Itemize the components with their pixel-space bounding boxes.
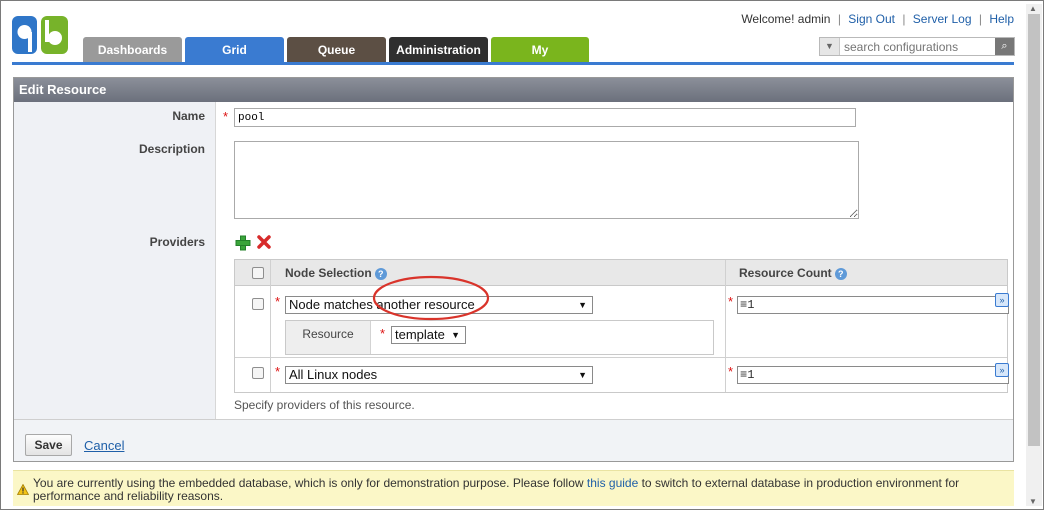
name-label: Name [172,109,205,123]
notice-text: You are currently using the embedded dat… [33,476,960,503]
scroll-thumb[interactable] [1028,14,1040,446]
resource-count-input[interactable]: ≡1 [737,366,1009,384]
tab-queue[interactable]: Queue [287,37,386,62]
server-log-link[interactable]: Server Log [913,12,972,26]
tab-administration[interactable]: Administration [389,37,488,62]
resource-count-input[interactable]: ≡1 [737,296,1009,314]
chevron-down-icon: ▼ [578,370,587,380]
guide-link[interactable]: this guide [587,476,638,490]
required-marker: * [728,364,734,379]
panel-footer: Save Cancel [14,419,1013,461]
providers-hint: Specify providers of this resource. [234,398,415,412]
required-marker: * [275,364,281,379]
row-checkbox[interactable] [252,298,264,310]
select-all-checkbox[interactable] [252,267,264,279]
required-marker: * [380,326,386,341]
required-marker: * [223,109,229,124]
required-marker: * [728,294,734,309]
chevron-down-icon: ▼ [451,330,460,340]
database-notice: You are currently using the embedded dat… [13,470,1014,506]
expression-editor-icon[interactable]: » [995,293,1009,307]
chevron-down-icon: ▼ [578,300,587,310]
search-icon[interactable]: ⌕ [995,38,1014,55]
resource-label: Resource [286,321,371,354]
description-input[interactable] [234,141,859,219]
search-input[interactable] [842,38,994,55]
warning-icon [17,484,29,495]
required-marker: * [275,294,281,309]
scroll-up-icon[interactable]: ▲ [1029,4,1037,13]
description-label: Description [138,142,205,156]
welcome-text: Welcome! admin [741,12,831,26]
resource-subselector: Resource * template ▼ [285,320,714,355]
save-button[interactable]: Save [25,434,72,456]
edit-resource-panel: Edit Resource Name * Description Provide… [13,77,1014,462]
panel-title: Edit Resource [14,78,1013,102]
sign-out-link[interactable]: Sign Out [848,12,895,26]
annotation-ellipse [372,275,490,321]
providers-label: Providers [149,235,205,249]
name-input[interactable] [234,108,856,127]
search-dropdown-icon[interactable]: ▼ [820,38,840,55]
cancel-link[interactable]: Cancel [84,438,124,453]
search-box: ▼ ⌕ [819,37,1015,56]
main-tabs: Dashboards Grid Queue Administration My [83,37,592,62]
providers-table: Node Selection? Resource Count? * Node m… [234,259,1009,393]
tab-my[interactable]: My [491,37,589,62]
resource-count-header: Resource Count? [739,266,847,280]
header-divider [12,62,1014,65]
node-selection-dropdown[interactable]: All Linux nodes ▼ [285,366,593,384]
resource-dropdown[interactable]: template ▼ [391,326,466,344]
help-link[interactable]: Help [989,12,1014,26]
qb-logo [12,16,68,54]
tab-grid[interactable]: Grid [185,37,284,62]
tab-dashboards[interactable]: Dashboards [83,37,182,62]
top-links: Welcome! admin | Sign Out | Server Log |… [741,12,1014,26]
expression-editor-icon[interactable]: » [995,363,1009,377]
page-scrollbar[interactable]: ▲ ▼ [1026,4,1042,506]
scroll-down-icon[interactable]: ▼ [1029,497,1037,506]
help-icon[interactable]: ? [834,267,847,280]
row-checkbox[interactable] [252,367,264,379]
add-provider-icon[interactable] [235,235,251,251]
delete-provider-icon[interactable] [257,235,271,249]
